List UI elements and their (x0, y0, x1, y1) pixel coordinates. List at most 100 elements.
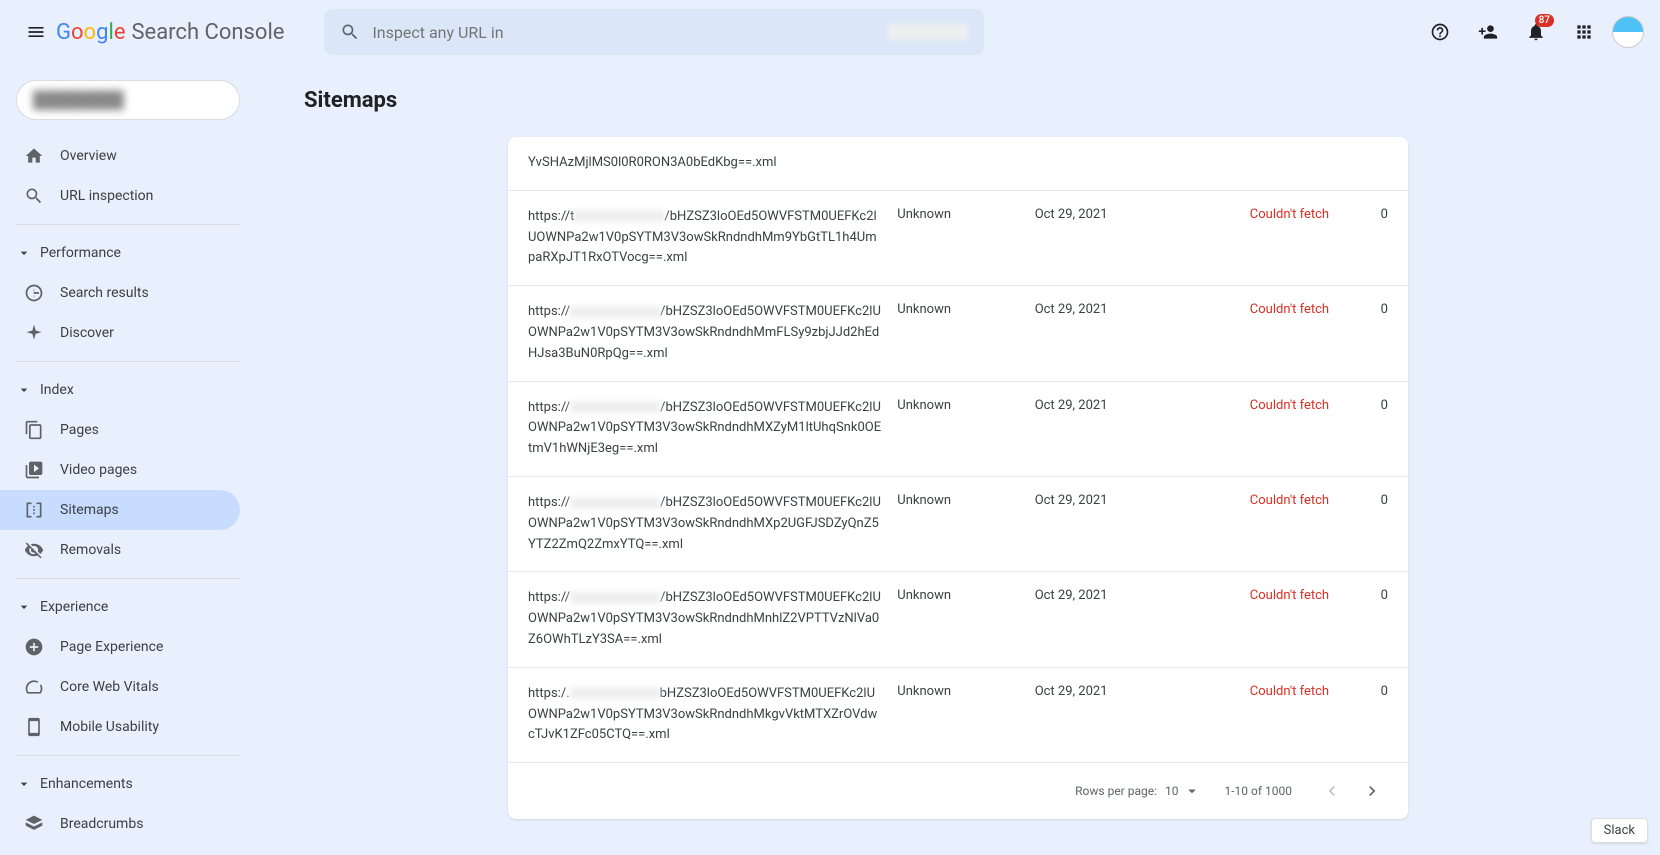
cell-status: Couldn't fetch (1172, 493, 1329, 508)
cell-discovered-urls: 0 (1329, 398, 1388, 413)
cell-type: Unknown (897, 493, 1034, 508)
nav-faq[interactable]: FAQ (0, 844, 240, 855)
cell-status: Couldn't fetch (1172, 207, 1329, 222)
apps-button[interactable] (1564, 12, 1604, 52)
cell-type: Unknown (897, 588, 1034, 603)
chevron-down-icon (16, 776, 32, 792)
cell-discovered-urls: 0 (1329, 493, 1388, 508)
cell-sitemap-url: https:///bHZSZ3loOEd5OWVFSTM0UEFKc2lUOWN… (528, 398, 897, 460)
property-name-blur: ████████ (33, 90, 124, 110)
page-icon (24, 420, 44, 440)
cell-submitted: Oct 29, 2021 (1035, 588, 1172, 603)
sitemaps-table: YvSHAzMjlMS0l0R0RON3A0bEdKbg==.xml https… (508, 137, 1408, 819)
url-inspect-input[interactable] (372, 23, 888, 42)
cell-submitted: Oct 29, 2021 (1035, 493, 1172, 508)
table-row[interactable]: YvSHAzMjlMS0l0R0RON3A0bEdKbg==.xml (508, 137, 1408, 191)
search-icon (340, 22, 360, 42)
help-icon (1430, 22, 1450, 42)
nav-label: Page Experience (60, 639, 163, 655)
cell-status: Couldn't fetch (1172, 398, 1329, 413)
nav-breadcrumbs[interactable]: Breadcrumbs (0, 804, 240, 844)
cell-status: Couldn't fetch (1172, 684, 1329, 699)
speed-icon (24, 677, 44, 697)
nav-section-label: Index (40, 382, 74, 398)
layers-icon (24, 814, 44, 834)
chevron-down-icon (16, 245, 32, 261)
nav-section-label: Enhancements (40, 776, 133, 792)
chevron-down-icon (16, 382, 32, 398)
table-row[interactable]: https:///bHZSZ3loOEd5OWVFSTM0UEFKc2lUOWN… (508, 286, 1408, 381)
chevron-left-icon (1322, 781, 1342, 801)
next-page-button[interactable] (1356, 775, 1388, 807)
nav-section-index[interactable]: Index (0, 370, 256, 410)
table-row[interactable]: https:/.bHZSZ3loOEd5OWVFSTM0UEFKc2lUOWNP… (508, 668, 1408, 763)
table-row[interactable]: https:///bHZSZ3loOEd5OWVFSTM0UEFKc2lUOWN… (508, 572, 1408, 667)
menu-icon (26, 22, 46, 42)
nav-url-inspection[interactable]: URL inspection (0, 176, 240, 216)
cell-discovered-urls: 0 (1329, 207, 1388, 222)
nav-removals[interactable]: Removals (0, 530, 240, 570)
page-title: Sitemaps (304, 88, 1612, 113)
nav-search-results[interactable]: Search results (0, 273, 240, 313)
chevron-right-icon (1362, 781, 1382, 801)
cell-discovered-urls: 0 (1329, 684, 1388, 699)
table-row[interactable]: https:///bHZSZ3loOEd5OWVFSTM0UEFKc2lUOWN… (508, 477, 1408, 572)
slack-chip[interactable]: Slack (1591, 818, 1648, 843)
users-button[interactable] (1468, 12, 1508, 52)
nav-label: Sitemaps (60, 502, 119, 518)
pagination: Rows per page: 10 1-10 of 1000 (508, 763, 1408, 819)
cell-type: Unknown (897, 302, 1034, 317)
cell-sitemap-url: https:///bHZSZ3loOEd5OWVFSTM0UEFKc2lUOWN… (528, 302, 897, 364)
cell-type: Unknown (897, 684, 1034, 699)
search-icon (24, 186, 44, 206)
account-avatar[interactable] (1612, 16, 1644, 48)
nav-section-label: Experience (40, 599, 108, 615)
cell-submitted: Oct 29, 2021 (1035, 684, 1172, 699)
cell-sitemap-url: https:///bHZSZ3loOEd5OWVFSTM0UEFKc2lUOWN… (528, 588, 897, 650)
nav-label: Breadcrumbs (60, 816, 143, 832)
table-row[interactable]: https://t/bHZSZ3loOEd5OWVFSTM0UEFKc2lUOW… (508, 191, 1408, 286)
nav-discover[interactable]: Discover (0, 313, 240, 353)
nav-mobile-usability[interactable]: Mobile Usability (0, 707, 240, 747)
main-content: Sitemaps YvSHAzMjlMS0l0R0RON3A0bEdKbg==.… (256, 64, 1660, 855)
divider (16, 578, 240, 579)
google-logo: Google (56, 19, 125, 45)
nav-video-pages[interactable]: Video pages (0, 450, 240, 490)
nav-section-enhancements[interactable]: Enhancements (0, 764, 256, 804)
table-row[interactable]: https:///bHZSZ3loOEd5OWVFSTM0UEFKc2lUOWN… (508, 382, 1408, 477)
search-domain-blur (888, 24, 968, 40)
nav-label: Pages (60, 422, 99, 438)
nav-pages[interactable]: Pages (0, 410, 240, 450)
rows-per-page-select[interactable]: 10 (1165, 782, 1201, 800)
cell-status: Couldn't fetch (1172, 302, 1329, 317)
property-selector[interactable]: ████████ (16, 80, 240, 120)
page-range: 1-10 of 1000 (1225, 784, 1293, 798)
nav-label: Removals (60, 542, 121, 558)
cell-submitted: Oct 29, 2021 (1035, 207, 1172, 222)
cell-sitemap-url: https:/.bHZSZ3loOEd5OWVFSTM0UEFKc2lUOWNP… (528, 684, 897, 746)
nav-overview[interactable]: Overview (0, 136, 240, 176)
product-name: Search Console (131, 20, 284, 45)
nav-page-experience[interactable]: Page Experience (0, 627, 240, 667)
nav-sitemaps[interactable]: Sitemaps (0, 490, 240, 530)
nav-section-label: Performance (40, 245, 121, 261)
nav-section-experience[interactable]: Experience (0, 587, 256, 627)
rows-per-page-label: Rows per page: (1075, 784, 1157, 798)
person-add-icon (1478, 22, 1498, 42)
nav-section-performance[interactable]: Performance (0, 233, 256, 273)
dropdown-icon (1183, 782, 1201, 800)
nav-core-web-vitals[interactable]: Core Web Vitals (0, 667, 240, 707)
url-inspect-search[interactable] (324, 9, 984, 55)
hamburger-menu-button[interactable] (16, 12, 56, 52)
divider (16, 755, 240, 756)
cell-status: Couldn't fetch (1172, 588, 1329, 603)
cell-sitemap-url: https://t/bHZSZ3loOEd5OWVFSTM0UEFKc2lUOW… (528, 207, 897, 269)
help-button[interactable] (1420, 12, 1460, 52)
product-logo[interactable]: Google Search Console (56, 19, 284, 45)
cell-type: Unknown (897, 207, 1034, 222)
notifications-button[interactable]: 87 (1516, 12, 1556, 52)
prev-page-button[interactable] (1316, 775, 1348, 807)
nav-label: Video pages (60, 462, 137, 478)
cell-type: Unknown (897, 398, 1034, 413)
cell-discovered-urls: 0 (1329, 588, 1388, 603)
